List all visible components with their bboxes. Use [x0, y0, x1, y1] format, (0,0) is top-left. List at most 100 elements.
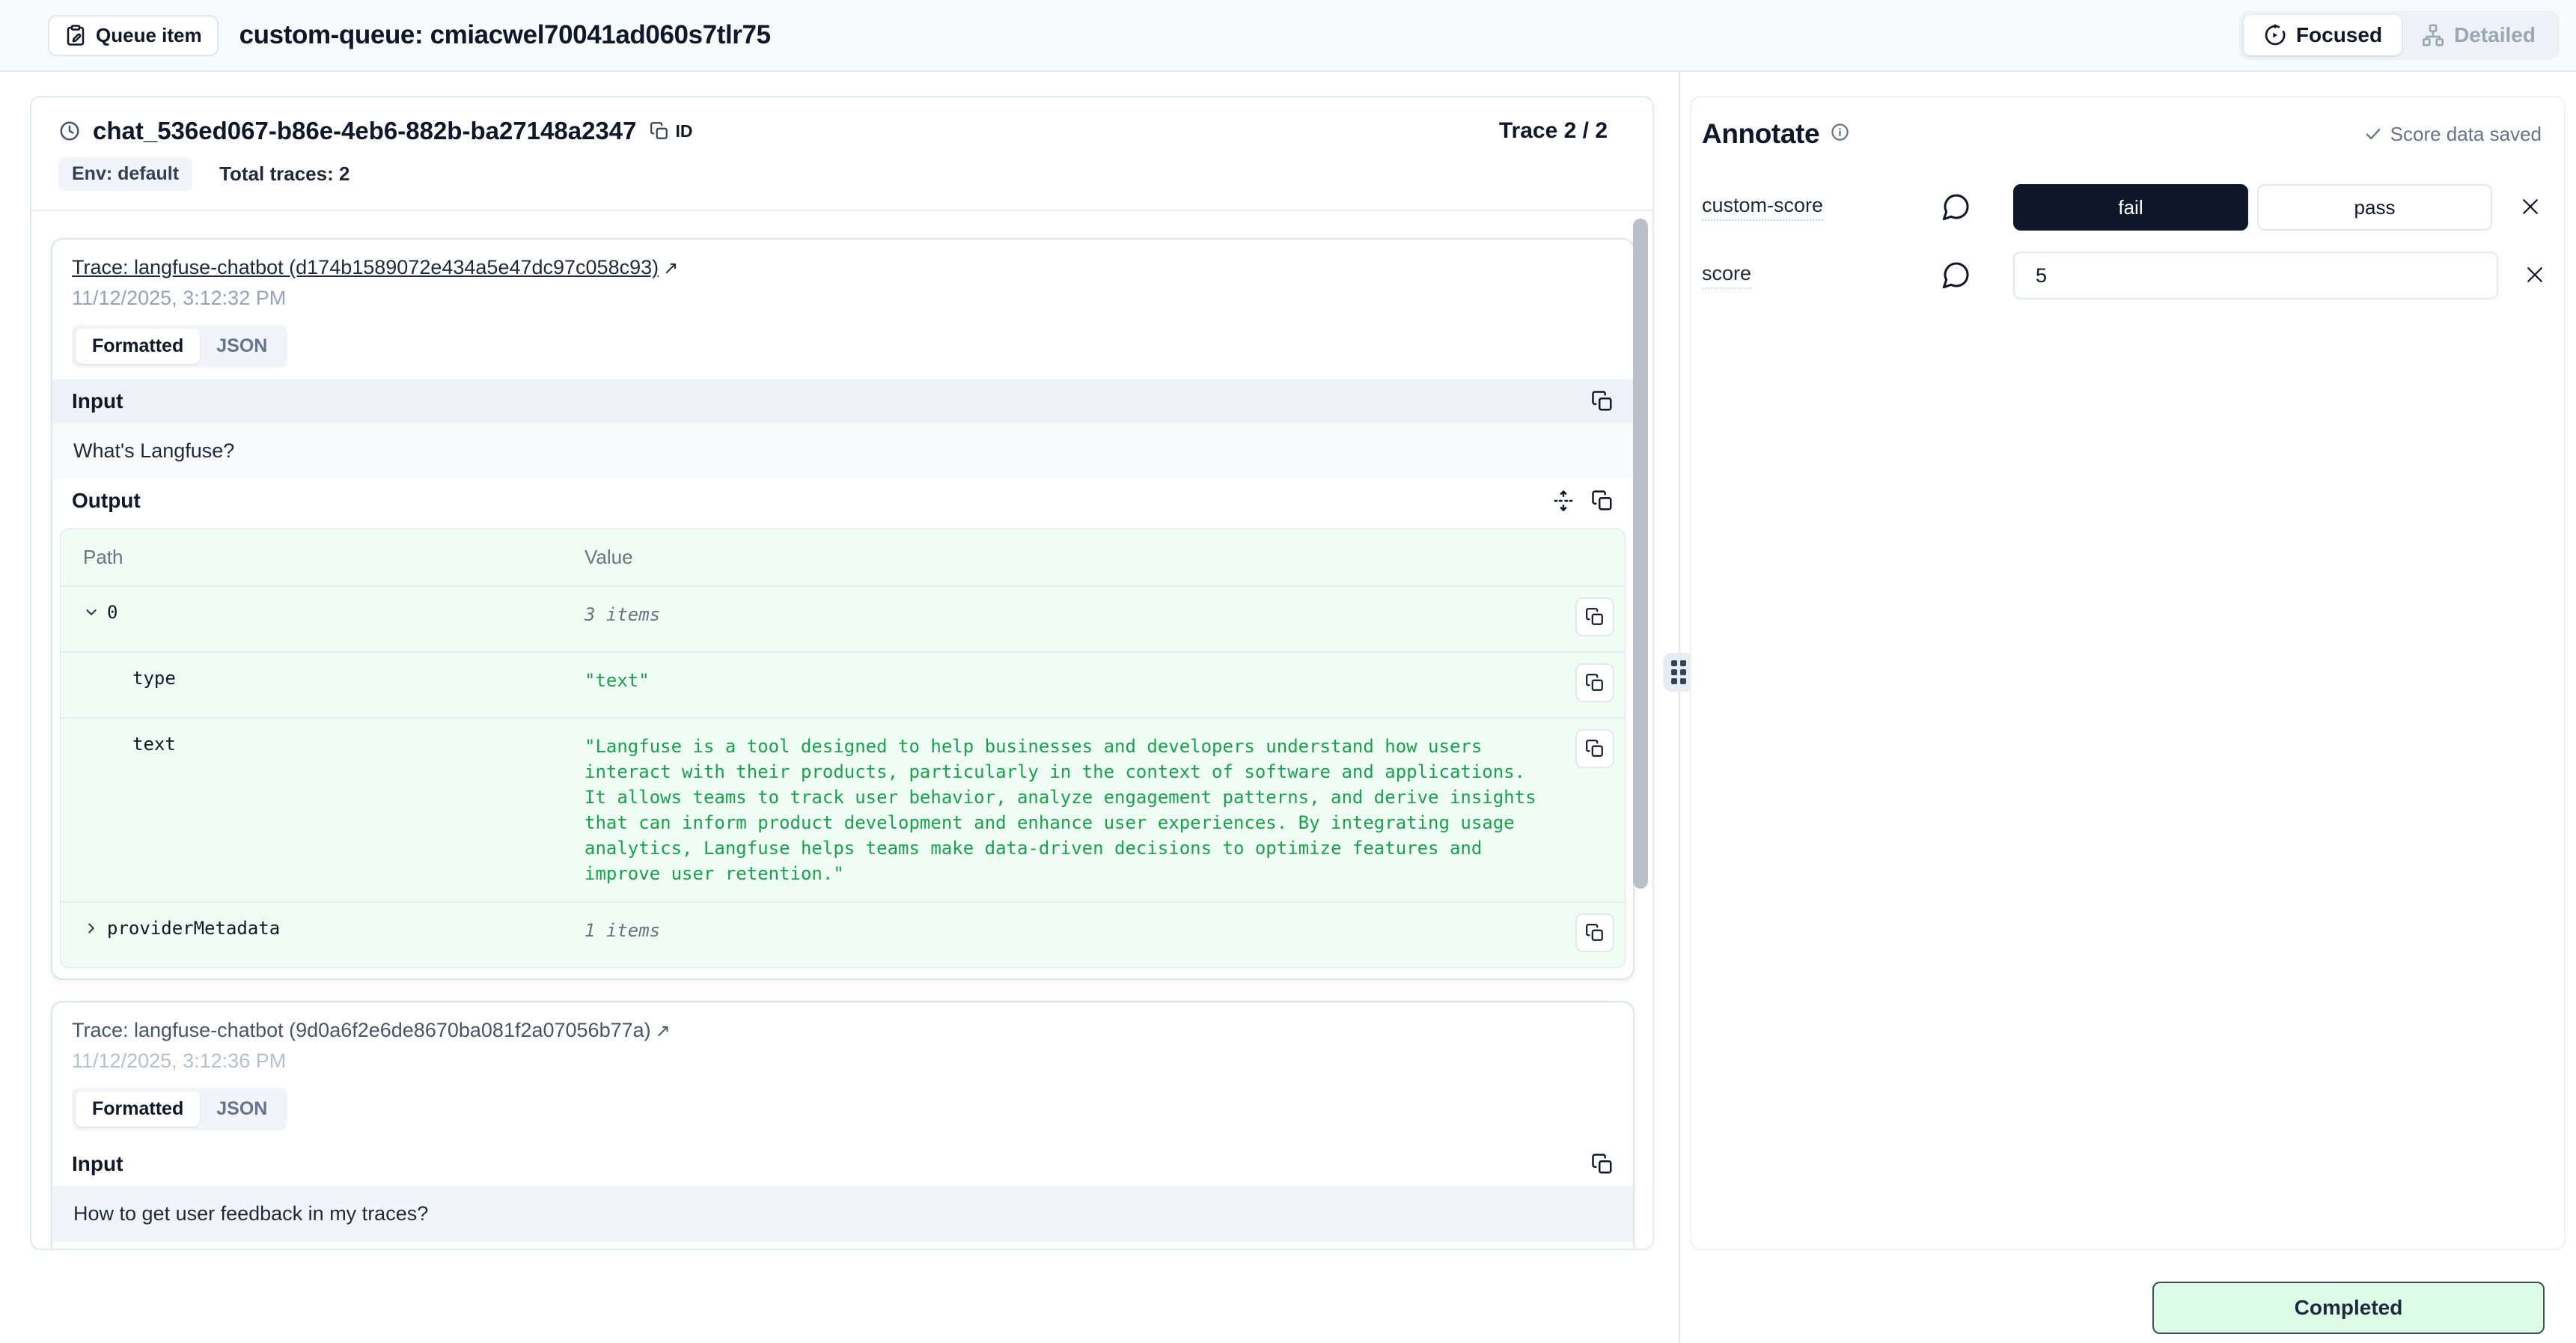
copy-id-button[interactable]: ID — [650, 121, 692, 141]
comment-button[interactable] — [1941, 260, 1971, 292]
queue-item-page: Queue item custom-queue: cmiacwel70041ad… — [0, 0, 2576, 1343]
input-label: Input — [72, 1152, 123, 1176]
detailed-view-button[interactable]: Detailed — [2402, 15, 2555, 55]
input-content-1: What's Langfuse? — [52, 423, 1633, 479]
detailed-view-label: Detailed — [2454, 23, 2536, 47]
copy-icon — [1591, 490, 1614, 512]
input-section-header-2: Input — [52, 1142, 1633, 1186]
info-icon[interactable] — [1830, 122, 1850, 146]
row-path: type — [132, 668, 176, 689]
topbar: Queue item custom-queue: cmiacwel70041ad… — [0, 0, 2576, 72]
trace-card-1: Trace: langfuse-chatbot (d174b1589072e43… — [51, 238, 1635, 980]
trace-timestamp-1: 11/12/2025, 3:12:32 PM — [72, 287, 1614, 310]
row-value: "text" — [585, 668, 1562, 693]
clock-icon — [58, 120, 81, 142]
tab-json[interactable]: JSON — [200, 329, 284, 364]
col-value: Value — [585, 546, 1562, 569]
table-header-row: Path Value — [61, 529, 1625, 585]
tab-json[interactable]: JSON — [200, 1091, 284, 1127]
pass-option-button[interactable]: pass — [2257, 184, 2492, 231]
score-row-custom-score: custom-score fail pass — [1702, 184, 2542, 231]
input-section-header-1: Input — [52, 380, 1633, 423]
copy-icon — [1585, 739, 1605, 758]
copy-input-button[interactable] — [1591, 390, 1614, 412]
copy-input-button[interactable] — [1591, 1153, 1614, 1175]
output-label: Output — [72, 489, 141, 513]
message-circle-icon — [1941, 260, 1971, 290]
output-table-1: Path Value 0 3 items type "text" — [60, 529, 1626, 968]
copy-row-button[interactable] — [1575, 663, 1614, 702]
score-label: custom-score — [1702, 194, 1823, 221]
output-section-header-2: Output — [52, 1242, 1633, 1250]
row-value: "Langfuse is a tool designed to help bus… — [585, 734, 1562, 886]
format-tabs-2: Formatted JSON — [72, 1088, 287, 1130]
copy-icon — [1585, 923, 1605, 942]
trace-preview-header: chat_536ed067-b86e-4eb6-882b-ba27148a234… — [31, 97, 1652, 211]
queue-item-badge-label: Queue item — [96, 24, 202, 47]
copy-icon — [650, 121, 669, 141]
env-badge: Env: default — [58, 157, 192, 191]
fail-option-button[interactable]: fail — [2013, 184, 2248, 231]
table-row[interactable]: 0 3 items — [61, 585, 1625, 651]
copy-row-button[interactable] — [1575, 597, 1614, 636]
trace-link-2[interactable]: Trace: langfuse-chatbot (9d0a6f2e6de8670… — [72, 1019, 671, 1041]
score-label: score — [1702, 262, 1751, 289]
trace-card-2: Trace: langfuse-chatbot (9d0a6f2e6de8670… — [51, 1001, 1635, 1250]
copy-row-button[interactable] — [1575, 913, 1614, 952]
traces-scroll-area[interactable]: Trace: langfuse-chatbot (d174b1589072e43… — [31, 213, 1654, 1250]
check-icon — [2363, 124, 2383, 144]
unfold-vertical-icon — [1552, 490, 1575, 512]
row-path: text — [132, 734, 176, 755]
save-status-label: Score data saved — [2390, 123, 2542, 146]
trace-counter: Trace 2 / 2 — [1499, 118, 1608, 144]
tab-formatted[interactable]: Formatted — [76, 329, 200, 364]
completed-button[interactable]: Completed — [2152, 1282, 2545, 1334]
input-label: Input — [72, 389, 123, 413]
panel-divider — [1679, 72, 1680, 1343]
score-row-score: score — [1702, 252, 2542, 299]
delete-score-button[interactable] — [2519, 195, 2542, 220]
trace-link-1[interactable]: Trace: langfuse-chatbot (d174b1589072e43… — [72, 256, 678, 278]
format-tabs-1: Formatted JSON — [72, 325, 287, 368]
delete-score-button[interactable] — [2524, 264, 2546, 288]
trace-timestamp-2: 11/12/2025, 3:12:36 PM — [72, 1050, 1614, 1073]
row-value: 1 items — [585, 918, 1562, 943]
expand-output-button[interactable] — [1552, 490, 1575, 512]
vertical-scrollbar-thumb[interactable] — [1633, 219, 1648, 889]
focused-view-button[interactable]: Focused — [2244, 15, 2402, 55]
tab-formatted[interactable]: Formatted — [76, 1091, 200, 1127]
col-path: Path — [61, 546, 585, 569]
table-row[interactable]: text "Langfuse is a tool designed to hel… — [61, 717, 1625, 901]
score-input[interactable] — [2013, 252, 2498, 299]
close-icon — [2519, 195, 2542, 218]
gauge-icon — [2263, 23, 2287, 47]
page-title: custom-queue: cmiacwel70041ad060s7tlr75 — [239, 20, 771, 50]
annotate-title: Annotate — [1702, 118, 1819, 150]
focused-view-label: Focused — [2296, 23, 2382, 47]
table-row[interactable]: type "text" — [61, 651, 1625, 717]
clipboard-pen-icon — [64, 24, 87, 46]
save-status: Score data saved — [2363, 123, 2542, 146]
network-icon — [2421, 23, 2445, 47]
comment-button[interactable] — [1941, 192, 1971, 224]
chevron-right-icon — [83, 920, 100, 937]
copy-icon — [1585, 607, 1605, 627]
row-path: 0 — [107, 602, 117, 623]
copy-row-button[interactable] — [1575, 729, 1614, 768]
annotate-panel: Annotate Score data saved custom-score f… — [1690, 96, 2566, 1250]
copy-output-button[interactable] — [1591, 490, 1614, 512]
session-title: chat_536ed067-b86e-4eb6-882b-ba27148a234… — [93, 117, 636, 145]
output-section-header-1: Output — [52, 479, 1633, 523]
input-content-2: How to get user feedback in my traces? — [52, 1186, 1633, 1242]
row-path: providerMetadata — [107, 918, 280, 939]
copy-icon — [1591, 390, 1614, 412]
row-value: 3 items — [585, 602, 1562, 627]
copy-icon — [1585, 673, 1605, 692]
total-traces-label: Total traces: 2 — [219, 162, 350, 186]
close-icon — [2524, 264, 2546, 286]
categorical-options: fail pass — [2013, 184, 2494, 231]
table-row[interactable]: providerMetadata 1 items — [61, 901, 1625, 967]
id-label: ID — [675, 121, 692, 141]
queue-item-badge: Queue item — [48, 15, 219, 56]
view-mode-toggle: Focused Detailed — [2239, 10, 2560, 60]
